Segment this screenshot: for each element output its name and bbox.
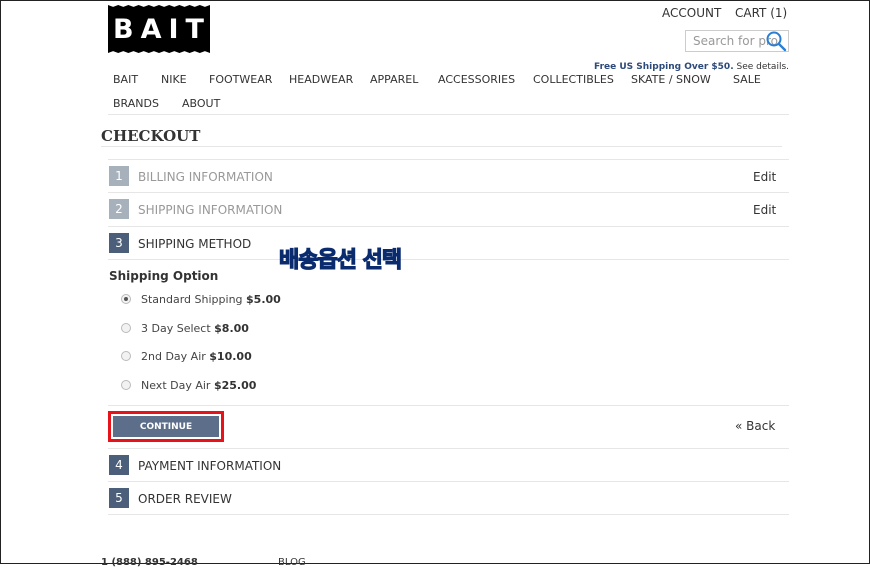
option-price: $5.00 — [246, 293, 281, 306]
shipping-promo: Free US Shipping Over $50. See details. — [561, 62, 789, 72]
step-divider — [108, 159, 789, 160]
shipping-radio-standard[interactable] — [121, 294, 131, 304]
shipping-radio-2day[interactable] — [121, 351, 131, 361]
shipping-radio-nextday[interactable] — [121, 380, 131, 390]
step-label: ORDER REVIEW — [138, 492, 232, 506]
step-label: SHIPPING INFORMATION — [138, 203, 283, 217]
step-divider — [108, 481, 789, 482]
account-link[interactable]: ACCOUNT — [662, 6, 721, 20]
shipping-radio-3day[interactable] — [121, 323, 131, 333]
step-divider — [108, 514, 789, 515]
footer-phone: 1 (888) 895-2468 — [101, 557, 198, 568]
nav-item-sale[interactable]: SALE — [733, 73, 761, 86]
option-price: $8.00 — [214, 322, 249, 335]
step-label: SHIPPING METHOD — [138, 237, 252, 251]
nav-item-apparel[interactable]: APPAREL — [370, 73, 418, 86]
option-name: Next Day Air — [141, 379, 211, 392]
options-divider — [108, 405, 789, 406]
nav-item-accessories[interactable]: ACCESSORIES — [438, 73, 515, 86]
option-name: Standard Shipping — [141, 293, 243, 306]
nav-divider — [108, 114, 789, 115]
back-link[interactable]: « Back — [735, 419, 775, 433]
annotation-label: 배송옵션 선택 — [278, 247, 402, 273]
shipping-option-nextday[interactable]: Next Day Air $25.00 — [141, 379, 256, 392]
step-number: 3 — [109, 233, 129, 253]
search-icon[interactable] — [765, 30, 789, 52]
shipping-option-standard[interactable]: Standard Shipping $5.00 — [141, 293, 281, 306]
step-number: 4 — [109, 455, 129, 475]
see-details-link[interactable]: See details. — [737, 62, 790, 72]
nav-item-headwear[interactable]: HEADWEAR — [289, 73, 353, 86]
option-price: $10.00 — [209, 350, 252, 363]
step-divider — [108, 192, 789, 193]
shipping-promo-text: Free US Shipping Over $50. — [594, 62, 734, 72]
option-price: $25.00 — [213, 379, 257, 392]
continue-button[interactable]: CONTINUE — [113, 416, 219, 437]
title-divider — [101, 146, 782, 147]
step-divider — [108, 259, 789, 260]
nav-item-bait[interactable]: BAIT — [113, 73, 138, 86]
nav-item-skate-snow[interactable]: SKATE / SNOW — [631, 73, 711, 86]
step-divider — [108, 448, 789, 449]
step-label: BILLING INFORMATION — [138, 170, 273, 184]
bait-logo[interactable]: BAIT — [108, 5, 210, 53]
step-divider — [108, 226, 789, 227]
page-title: CHECKOUT — [101, 127, 201, 145]
edit-billing-link[interactable]: Edit — [753, 170, 776, 184]
nav-item-collectibles[interactable]: COLLECTIBLES — [533, 73, 614, 86]
step-number: 1 — [109, 166, 129, 186]
step-label: PAYMENT INFORMATION — [138, 459, 282, 473]
nav-item-footwear[interactable]: FOOTWEAR — [209, 73, 272, 86]
shipping-option-3day[interactable]: 3 Day Select $8.00 — [141, 322, 249, 335]
shipping-option-2day[interactable]: 2nd Day Air $10.00 — [141, 350, 252, 363]
nav-item-brands[interactable]: BRANDS — [113, 97, 159, 110]
step-number: 5 — [109, 488, 129, 508]
nav-item-about[interactable]: ABOUT — [182, 97, 220, 110]
option-name: 2nd Day Air — [141, 350, 206, 363]
step-number: 2 — [109, 199, 129, 219]
nav-item-nike[interactable]: NIKE — [161, 73, 187, 86]
edit-shipping-link[interactable]: Edit — [753, 203, 776, 217]
shipping-option-title: Shipping Option — [109, 269, 219, 283]
footer-blog-link[interactable]: BLOG — [278, 557, 306, 568]
option-name: 3 Day Select — [141, 322, 211, 335]
cart-link[interactable]: CART (1) — [735, 6, 787, 20]
